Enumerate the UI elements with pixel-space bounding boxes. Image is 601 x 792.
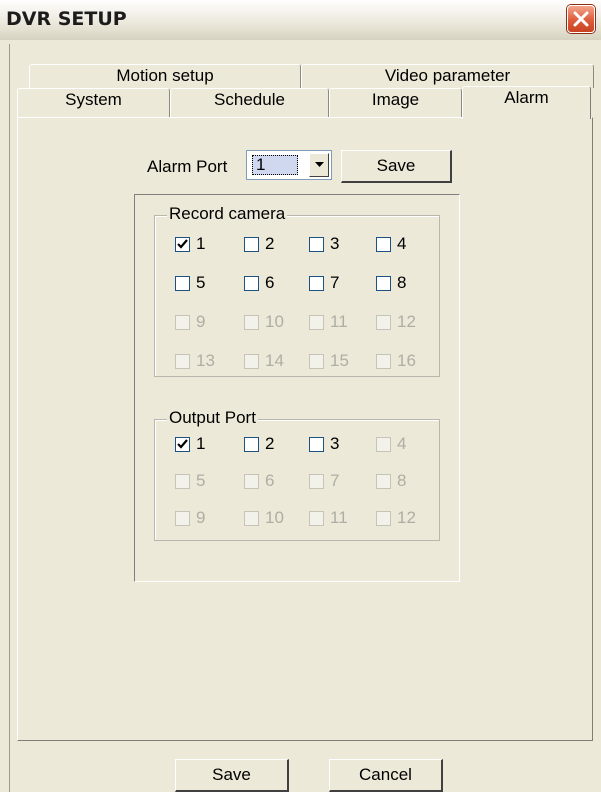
alarm-panel (17, 117, 593, 741)
tab-system[interactable]: System (17, 88, 170, 117)
save-button[interactable]: Save (175, 759, 289, 792)
close-icon (573, 11, 589, 27)
tab-motion-setup[interactable]: Motion setup (29, 64, 301, 88)
left-edge (9, 44, 10, 792)
tab-video-parameter[interactable]: Video parameter (301, 64, 594, 88)
tab-alarm[interactable]: Alarm (462, 86, 591, 119)
window-title: DVR SETUP (6, 8, 127, 30)
title-bar: DVR SETUP (0, 0, 601, 41)
tab-schedule[interactable]: Schedule (170, 88, 329, 117)
tab-image[interactable]: Image (329, 88, 462, 117)
close-button[interactable] (567, 5, 595, 33)
cancel-button[interactable]: Cancel (329, 759, 443, 792)
